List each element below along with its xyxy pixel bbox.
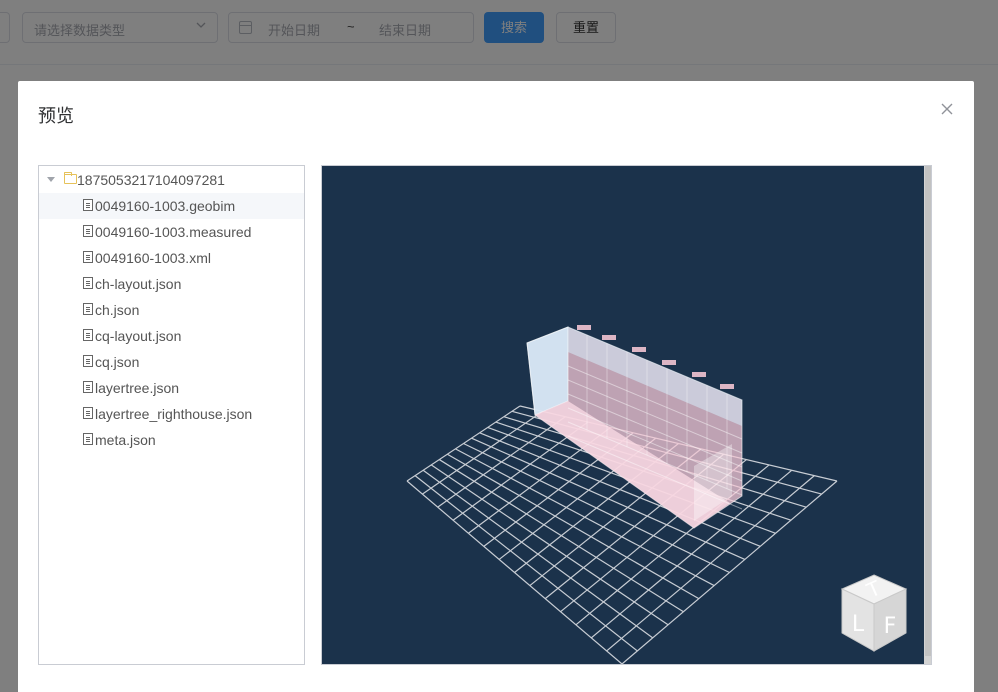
close-icon[interactable] <box>940 102 954 116</box>
document-icon <box>83 381 93 393</box>
document-icon <box>83 355 93 367</box>
model-viewer[interactable]: T L F <box>321 165 932 665</box>
viewcube-right-label: F <box>884 614 897 639</box>
roof-notch <box>602 335 616 340</box>
roof-notch <box>720 384 734 389</box>
roof-notch <box>577 325 591 330</box>
tree-file-node[interactable]: layertree.json <box>39 375 304 401</box>
tree-file-node[interactable]: layertree_righthouse.json <box>39 401 304 427</box>
folder-icon <box>64 172 77 184</box>
viewcube-left-label: L <box>852 612 865 637</box>
dialog-title: 预览 <box>38 106 74 126</box>
tree-file-label: cq-layout.json <box>95 328 182 344</box>
tree-file-node[interactable]: cq-layout.json <box>39 323 304 349</box>
tree-file-label: layertree.json <box>95 380 180 396</box>
tree-file-node[interactable]: 0049160-1003.measured <box>39 219 304 245</box>
tree-root-node[interactable]: 1875053217104097281 <box>39 167 304 193</box>
tree-file-label: layertree_righthouse.json <box>95 406 253 422</box>
grid-line <box>430 464 669 626</box>
viewcube[interactable]: T L F <box>834 571 914 657</box>
document-icon <box>83 225 93 237</box>
tree-file-label: 0049160-1003.geobim <box>95 198 236 214</box>
tree-file-node[interactable]: ch-layout.json <box>39 271 304 297</box>
roof-notch <box>632 347 646 352</box>
viewer-scrollbar[interactable] <box>924 166 931 664</box>
grid-line <box>422 469 654 639</box>
tree-file-label: ch-layout.json <box>95 276 182 292</box>
tree-file-label: cq.json <box>95 354 140 370</box>
tree-file-label: 0049160-1003.xml <box>95 250 211 266</box>
document-icon <box>83 303 93 315</box>
document-icon <box>83 199 93 211</box>
file-tree: 1875053217104097281 0049160-1003.geobim 0… <box>38 165 305 665</box>
tree-file-node[interactable]: ch.json <box>39 297 304 323</box>
document-icon <box>83 433 93 445</box>
tree-file-label: 0049160-1003.measured <box>95 224 252 240</box>
viewer-scrollbar-thumb[interactable] <box>925 166 931 656</box>
tree-file-label: ch.json <box>95 302 140 318</box>
document-icon <box>83 277 93 289</box>
tree-root-label: 1875053217104097281 <box>77 172 225 188</box>
tree-file-label: meta.json <box>95 432 156 448</box>
tree-file-node[interactable]: 0049160-1003.xml <box>39 245 304 271</box>
document-icon <box>83 251 93 263</box>
building-end <box>526 326 569 416</box>
tree-file-node[interactable]: 0049160-1003.geobim <box>39 193 304 219</box>
roof-notch <box>662 360 676 365</box>
roof-notch <box>692 372 706 377</box>
document-icon <box>83 329 93 341</box>
document-icon <box>83 407 93 419</box>
caret-down-icon[interactable] <box>47 177 55 182</box>
tree-file-node[interactable]: meta.json <box>39 427 304 453</box>
tree-file-node[interactable]: cq.json <box>39 349 304 375</box>
preview-dialog: 预览 1875053217104097281 0049160-1003.geob… <box>18 81 974 692</box>
